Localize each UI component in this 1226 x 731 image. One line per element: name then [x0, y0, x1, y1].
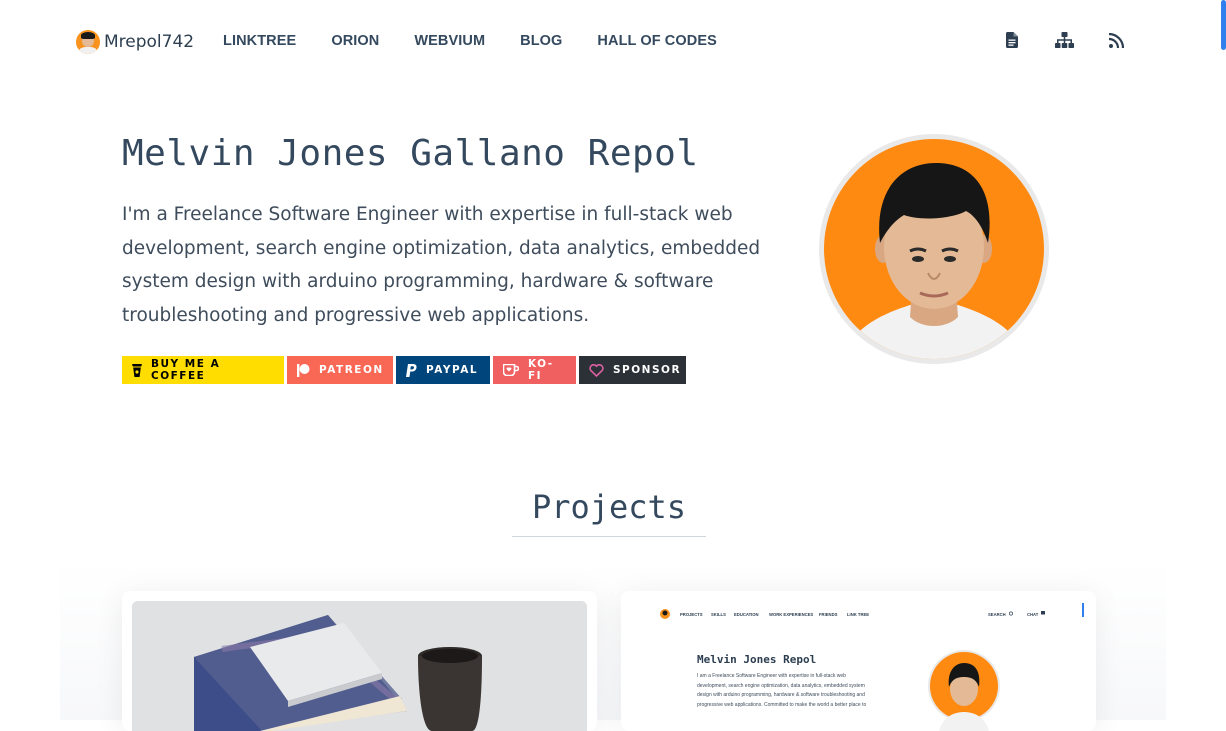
coffee-icon	[132, 363, 142, 377]
preview-nav-link: LINK TREE	[847, 612, 869, 617]
preview-search: SEARCH	[988, 612, 1006, 617]
document-icon[interactable]	[1002, 30, 1022, 50]
brand-name: Mrepol742	[104, 32, 195, 52]
nav-links: LINKTREE ORION WEBVIUM BLOG HALL OF CODE…	[223, 33, 752, 49]
projects-heading: Projects	[512, 488, 706, 537]
donation-buttons: BUY ME A COFFEE PATREON PAYPAL KO-FI SPO…	[122, 356, 689, 384]
hero-title: Melvin Jones Gallano Repol	[122, 133, 699, 174]
paypal-button[interactable]: PAYPAL	[396, 356, 490, 384]
preview-line: development, search engine optimization,…	[697, 683, 865, 689]
preview-title: Melvin Jones Repol	[697, 653, 816, 666]
preview-nav-link: EDUCATION	[734, 612, 759, 617]
patreon-icon	[297, 363, 310, 377]
nav-link-orion[interactable]: ORION	[331, 33, 379, 49]
preview-nav-link: PROJECTS	[680, 612, 703, 617]
patreon-label: PATREON	[319, 364, 384, 376]
preview-chat: CHAT	[1027, 612, 1039, 617]
rss-icon[interactable]	[1106, 30, 1126, 50]
project-thumbnail-website-preview: PROJECTS SKILLS EDUCATION WORK EXPERIENC…	[660, 603, 1084, 731]
preview-nav-link: FRIENDS	[819, 612, 838, 617]
paypal-icon	[406, 363, 417, 377]
preview-line: I am a Freelance Software Engineer with …	[697, 673, 846, 679]
brand-avatar	[76, 30, 100, 54]
nav-link-linktree[interactable]: LINKTREE	[223, 33, 296, 49]
sponsor-label: SPONSOR	[613, 364, 682, 376]
hero-description: I'm a Freelance Software Engineer with e…	[122, 204, 761, 326]
heart-icon	[589, 363, 604, 377]
nav-link-webvium[interactable]: WEBVIUM	[414, 33, 485, 49]
kofi-label: KO-FI	[528, 358, 554, 382]
preview-nav-link: WORK EXPERIENCES	[769, 612, 813, 617]
project-card[interactable]	[122, 591, 597, 731]
buy-me-a-coffee-label: BUY ME A COFFEE	[151, 358, 221, 382]
paypal-label: PAYPAL	[426, 364, 479, 376]
brand-link[interactable]: Mrepol742	[76, 30, 194, 54]
preview-nav-link: SKILLS	[711, 612, 726, 617]
sponsor-button[interactable]: SPONSOR	[579, 356, 686, 384]
nav-link-hall-of-codes[interactable]: HALL OF CODES	[597, 33, 716, 49]
preview-line: progressive web applications. Committed …	[697, 702, 866, 708]
buy-me-a-coffee-button[interactable]: BUY ME A COFFEE	[122, 356, 284, 384]
nav-icons	[970, 30, 1126, 50]
patreon-button[interactable]: PATREON	[287, 356, 393, 384]
sitemap-icon[interactable]	[1054, 30, 1074, 50]
project-thumbnail-notebook	[132, 601, 587, 731]
project-card[interactable]: PROJECTS SKILLS EDUCATION WORK EXPERIENC…	[621, 591, 1096, 731]
profile-photo	[819, 134, 1049, 364]
preview-line: design with arduino programming, hardwar…	[697, 692, 865, 698]
scrollbar-thumb[interactable]	[1221, 0, 1226, 50]
kofi-cup-icon	[503, 364, 519, 376]
nav-link-blog[interactable]: BLOG	[520, 33, 562, 49]
top-navbar: Mrepol742 LINKTREE ORION WEBVIUM BLOG HA…	[76, 22, 1126, 62]
kofi-button[interactable]: KO-FI	[493, 356, 576, 384]
